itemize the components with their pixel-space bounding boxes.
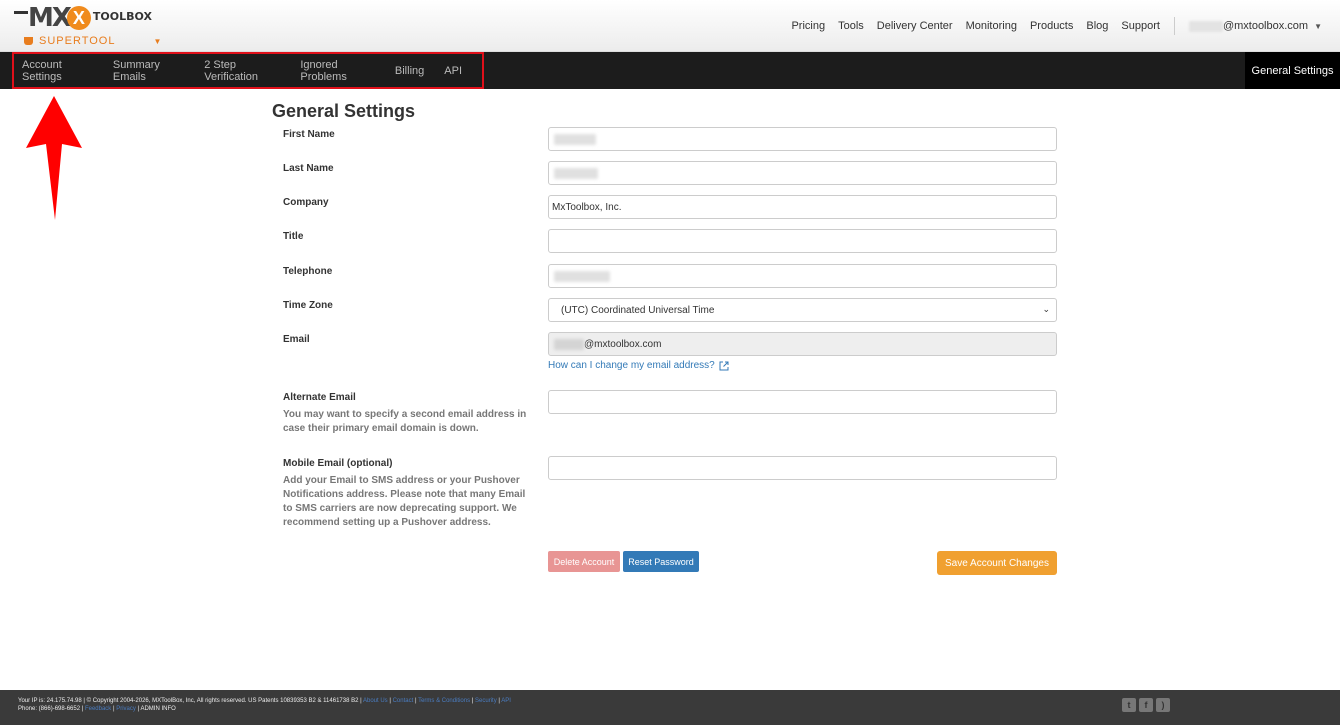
footer-line-1: Your IP is: 24.175.74.98 | © Copyright 2… [18, 698, 511, 704]
twitter-icon[interactable]: t [1122, 698, 1136, 712]
user-email: @mxtoolbox.com [1222, 20, 1309, 32]
top-nav: Pricing Tools Delivery Center Monitoring… [778, 0, 1322, 52]
title-input[interactable] [548, 229, 1057, 253]
footer-admin-info[interactable]: | ADMIN INFO [138, 706, 176, 712]
email-label: Email [283, 334, 310, 345]
external-link-icon [719, 361, 729, 370]
tab-ignored-problems[interactable]: Ignored Problems [300, 59, 375, 83]
footer-link-privacy[interactable]: Privacy [116, 706, 136, 712]
nav-pricing[interactable]: Pricing [791, 20, 825, 32]
timezone-label: Time Zone [283, 300, 333, 311]
alternate-email-input[interactable] [548, 390, 1057, 414]
facebook-icon[interactable]: f [1139, 698, 1153, 712]
supertool-menu[interactable]: SUPERTOOL ▼ [24, 35, 162, 47]
last-name-label: Last Name [283, 163, 334, 174]
redacted-value [554, 167, 598, 179]
mobile-email-help: Add your Email to SMS address or your Pu… [283, 475, 526, 528]
first-name-label: First Name [283, 129, 335, 140]
chevron-down-icon: ▼ [1314, 21, 1322, 31]
footer-link-terms[interactable]: Terms & Conditions [418, 698, 470, 704]
last-name-input[interactable] [548, 161, 1057, 185]
footer-link-api[interactable]: API [501, 698, 511, 704]
footer-phone: Phone: (866)-698-6652 | [18, 706, 84, 712]
title-label: Title [283, 231, 304, 242]
logo-toolbox: TOOLBOX [92, 9, 152, 23]
nav-divider [1173, 17, 1175, 35]
chevron-down-icon: ▼ [153, 36, 163, 46]
nav-blog[interactable]: Blog [1086, 20, 1108, 32]
timezone-select[interactable]: (UTC) Coordinated Universal Time ⌄ [548, 298, 1057, 322]
logo-mx: MX [28, 3, 72, 33]
timezone-value: (UTC) Coordinated Universal Time [561, 304, 715, 316]
redacted-username [1188, 20, 1223, 32]
tab-general-settings[interactable]: General Settings [1245, 52, 1340, 89]
cup-icon [24, 37, 33, 45]
top-header: MX X TOOLBOX SUPERTOOL ▼ Pricing Tools D… [0, 0, 1340, 52]
logo-mark: MX X TOOLBOX [14, 4, 152, 32]
supertool-label: SUPERTOOL [39, 35, 116, 47]
first-name-input[interactable] [548, 127, 1057, 151]
footer-link-security[interactable]: Security [475, 698, 497, 704]
telephone-label: Telephone [283, 266, 333, 277]
footer-link-contact[interactable]: Contact [393, 698, 414, 704]
footer-line-2: Phone: (866)-698-6652 | Feedback | Priva… [18, 706, 176, 712]
footer-link-feedback[interactable]: Feedback [85, 706, 111, 712]
tab-api[interactable]: API [444, 65, 462, 77]
mobile-email-label: Mobile Email (optional) [283, 458, 393, 469]
settings-subnav: Account Settings Summary Emails 2 Step V… [0, 52, 1340, 89]
mxtoolbox-logo[interactable]: MX X TOOLBOX SUPERTOOL ▼ [14, 4, 164, 50]
redacted-value [554, 338, 584, 350]
page-title: General Settings [272, 101, 416, 121]
telephone-input[interactable] [548, 264, 1057, 288]
logo-x-ball: X [66, 6, 91, 30]
alternate-email-label: Alternate Email [283, 392, 356, 403]
change-email-link-text: How can I change my email address? [548, 360, 715, 371]
rss-icon[interactable]: ) [1156, 698, 1170, 712]
redacted-value [554, 270, 610, 282]
subnav-highlight-box: Account Settings Summary Emails 2 Step V… [12, 52, 484, 89]
red-arrow-icon [26, 96, 82, 220]
page-footer: Your IP is: 24.175.74.98 | © Copyright 2… [0, 690, 1340, 725]
tab-2-step-verification[interactable]: 2 Step Verification [204, 59, 280, 83]
mobile-email-input[interactable] [548, 456, 1057, 480]
footer-copyright: Your IP is: 24.175.74.98 | © Copyright 2… [18, 698, 362, 704]
nav-monitoring[interactable]: Monitoring [966, 20, 1017, 32]
chevron-down-icon: ⌄ [1042, 304, 1050, 314]
change-email-link[interactable]: How can I change my email address? [548, 360, 729, 371]
company-value: MxToolbox, Inc. [552, 201, 622, 213]
tab-billing[interactable]: Billing [395, 65, 424, 77]
plug-icon [14, 10, 28, 14]
email-input: @mxtoolbox.com [548, 332, 1057, 356]
alternate-email-help: You may want to specify a second email a… [283, 409, 527, 434]
redacted-value [554, 133, 596, 145]
reset-password-button[interactable]: Reset Password [623, 551, 699, 572]
nav-tools[interactable]: Tools [838, 20, 864, 32]
save-account-changes-button[interactable]: Save Account Changes [937, 551, 1057, 575]
tab-account-settings[interactable]: Account Settings [22, 59, 93, 83]
nav-delivery-center[interactable]: Delivery Center [877, 20, 953, 32]
user-menu[interactable]: @mxtoolbox.com ▼ [1188, 20, 1322, 32]
social-links: t f ) [1119, 698, 1170, 712]
nav-products[interactable]: Products [1030, 20, 1073, 32]
footer-link-about[interactable]: About Us [363, 698, 388, 704]
nav-support[interactable]: Support [1121, 20, 1160, 32]
tab-summary-emails[interactable]: Summary Emails [113, 59, 184, 83]
delete-account-button[interactable]: Delete Account [548, 551, 620, 572]
company-label: Company [283, 197, 329, 208]
email-value: @mxtoolbox.com [584, 338, 662, 350]
company-input[interactable]: MxToolbox, Inc. [548, 195, 1057, 219]
